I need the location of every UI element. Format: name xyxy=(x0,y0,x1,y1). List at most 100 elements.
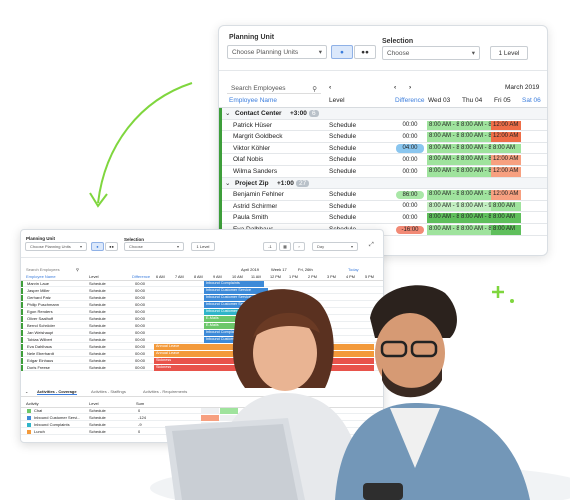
employee-level: Schedule xyxy=(89,323,106,328)
calendar-icon[interactable]: ▦ xyxy=(279,242,291,251)
shift-block[interactable]: 8:00 AM - 8:00 A xyxy=(459,143,491,154)
employee-name[interactable]: Edgar Einhaus xyxy=(27,358,53,364)
shift-block[interactable]: 8:00 AM - 8:00 A xyxy=(459,155,491,165)
table-row[interactable]: Paula Smith Schedule 00:00 8:00 AM - 8:00 A… xyxy=(219,212,547,225)
level-button[interactable]: 1 Level xyxy=(490,46,528,60)
search-icon[interactable]: ⚲ xyxy=(76,267,79,272)
shift-block[interactable]: 8:00 AM - 8:00 A xyxy=(427,155,459,165)
single-user-toggle[interactable]: ● xyxy=(91,242,104,251)
row-color-bar xyxy=(21,337,23,343)
employee-name-header[interactable]: Employee Name xyxy=(229,97,277,104)
planning-unit-select[interactable]: Choose Planning Units ▾ xyxy=(227,45,327,59)
employee-name-header[interactable]: Employee Name xyxy=(26,274,56,279)
day-header: Fri 05 xyxy=(494,97,511,104)
shift-block[interactable]: 8:00 AM - 8:00 A xyxy=(459,132,491,142)
employee-name[interactable]: Patrick Hüser xyxy=(233,120,272,131)
employee-name[interactable]: Olaf Nobis xyxy=(233,154,263,165)
tab-activities-coverage[interactable]: Activities - Coverage xyxy=(37,389,77,395)
prev-icon[interactable]: ‹ xyxy=(394,84,396,91)
collapse-icon[interactable]: ⌄ xyxy=(25,389,28,394)
shift-block[interactable]: 8:00 AM - 8:00 A xyxy=(427,167,459,177)
employee-name[interactable]: Egon Renders xyxy=(27,309,53,315)
step-input[interactable]: -1 xyxy=(263,242,277,251)
shift-block[interactable]: 8:00 AM - 8:00 A xyxy=(459,167,491,177)
activity-level: Schedule xyxy=(89,429,106,434)
shift-block[interactable]: 8:00 AM - 8:00 A xyxy=(427,143,459,154)
employee-name[interactable]: Philip Puschmann xyxy=(27,302,59,308)
employee-name[interactable]: Nele Eberhardt xyxy=(27,351,54,357)
shift-block[interactable]: 12:00 AM xyxy=(491,155,521,165)
employee-name[interactable]: Wilma Sanders xyxy=(233,166,277,177)
chevron-down-icon: ▾ xyxy=(350,244,353,249)
single-user-toggle[interactable]: ● xyxy=(331,45,353,59)
shift-block[interactable]: 8:00 AM xyxy=(491,201,521,212)
shift-block[interactable]: 12:00 AM xyxy=(491,120,521,131)
view-select[interactable]: Day ▾ xyxy=(312,242,358,251)
difference-value: -16:00 xyxy=(396,225,424,234)
expand-icon[interactable]: ⤢ xyxy=(369,242,374,249)
group-color-bar xyxy=(219,108,222,120)
shift-block[interactable]: 8:00 AM - 8:00 A xyxy=(427,120,459,131)
row-color-bar xyxy=(219,212,222,225)
row-color-bar xyxy=(219,131,222,144)
planning-unit-select[interactable]: Choose Planning Units ▾ xyxy=(25,242,87,251)
table-row[interactable]: Benjamin Fehlner Schedule 86:00 8:00 AM - 8… xyxy=(219,189,547,202)
shift-block[interactable]: 8:00 AM - 8:00 A xyxy=(459,120,491,131)
shift-block[interactable]: 8:00 AM - 8:00 A xyxy=(427,190,459,200)
employee-name[interactable]: Benjamin Fehlner xyxy=(233,189,284,200)
employee-name[interactable]: Jasper Miller xyxy=(27,288,50,294)
employee-name[interactable]: Eva Dahlhaus xyxy=(27,344,52,350)
search-employees-input[interactable]: Search Employees xyxy=(26,267,60,272)
shift-block[interactable]: 12:00 AM xyxy=(491,132,521,142)
group-count-badge: 6 xyxy=(309,110,319,117)
shift-block[interactable]: 8:00 AM - 8:00 A xyxy=(459,190,491,200)
employee-name[interactable]: Jan Weishaupt xyxy=(27,330,53,336)
chevron-down-icon[interactable]: ⌄ xyxy=(225,108,233,119)
shift-block[interactable]: 8:00 AM - 8:00 A xyxy=(427,225,459,235)
multi-user-toggle[interactable]: ●● xyxy=(354,45,376,59)
employee-name[interactable]: Astrid Schirmer xyxy=(233,201,277,212)
activity-level: Schedule xyxy=(89,415,106,420)
difference-value: 00:00 xyxy=(402,214,418,221)
employee-name[interactable]: Tobias Wilbert xyxy=(27,337,52,343)
shift-block[interactable]: 8:00 AM - 9:30 A xyxy=(427,201,459,212)
shift-block[interactable]: 12:00 AM xyxy=(491,190,521,200)
group-row[interactable]: ⌄ Contact Center +3:00 6 xyxy=(219,108,547,120)
employee-name[interactable]: Paula Smith xyxy=(233,212,268,223)
shift-block[interactable]: 8:00 AM - 8:00 A xyxy=(459,213,491,223)
shift-block[interactable]: 8:00 AM xyxy=(491,225,521,235)
day-header: Wed 03 xyxy=(428,97,451,104)
next-icon[interactable]: › xyxy=(293,242,305,251)
table-row[interactable]: Patrick Hüser Schedule 00:00 8:00 AM - 8:00… xyxy=(219,119,547,132)
shift-block[interactable]: 8:00 AM - 9:30 A xyxy=(459,201,491,212)
employee-name[interactable]: Bernd Schröder xyxy=(27,323,55,329)
selection-select[interactable]: Choose ▾ xyxy=(382,46,480,60)
difference-value: 00:00 xyxy=(402,203,418,210)
table-row[interactable]: Margrit Goldbeck Schedule 00:00 8:00 AM - 8… xyxy=(219,131,547,144)
employee-name[interactable]: Doris Freese xyxy=(27,365,50,371)
nav-left-icon[interactable]: ‹ xyxy=(329,84,331,91)
multi-user-toggle[interactable]: ●● xyxy=(105,242,118,251)
employee-level: Schedule xyxy=(89,288,106,293)
table-row[interactable]: Viktor Köhler Schedule 04:00 8:00 AM - 8:00… xyxy=(219,142,547,155)
employee-name[interactable]: Gerhard Patz xyxy=(27,295,51,301)
selection-select[interactable]: Choose ▾ xyxy=(124,242,184,251)
shift-block[interactable]: 8:00 AM xyxy=(491,143,521,154)
shift-block[interactable]: 8:00 AM xyxy=(491,213,521,223)
shift-block[interactable]: 12:00 AM xyxy=(491,167,521,177)
table-row[interactable]: Olaf Nobis Schedule 00:00 8:00 AM - 8:00 A8… xyxy=(219,154,547,167)
employee-name[interactable]: Oliver Saalhoff xyxy=(27,316,53,322)
table-row[interactable]: Astrid Schirmer Schedule 00:00 8:00 AM - 9:… xyxy=(219,200,547,213)
shift-block[interactable]: 8:00 AM - 8:00 A xyxy=(427,132,459,142)
employee-name[interactable]: Margrit Goldbeck xyxy=(233,131,283,142)
shift-block[interactable]: 8:00 AM - 8:00 A xyxy=(427,213,459,223)
table-row[interactable]: Wilma Sanders Schedule 00:00 8:00 AM - 8:00… xyxy=(219,166,547,178)
search-employees-input[interactable]: Search Employees ⚲ xyxy=(227,84,321,94)
level-button[interactable]: 1 Level xyxy=(191,242,215,251)
employee-name[interactable]: Marvin Laue xyxy=(27,281,49,287)
employee-name[interactable]: Viktor Köhler xyxy=(233,143,270,154)
shift-block[interactable]: 8:00 AM - 8:00 A xyxy=(459,225,491,235)
group-row[interactable]: ⌄ Project Zip +1:00 27 xyxy=(219,177,547,190)
chevron-down-icon[interactable]: ⌄ xyxy=(225,178,233,189)
next-icon[interactable]: › xyxy=(409,84,411,91)
